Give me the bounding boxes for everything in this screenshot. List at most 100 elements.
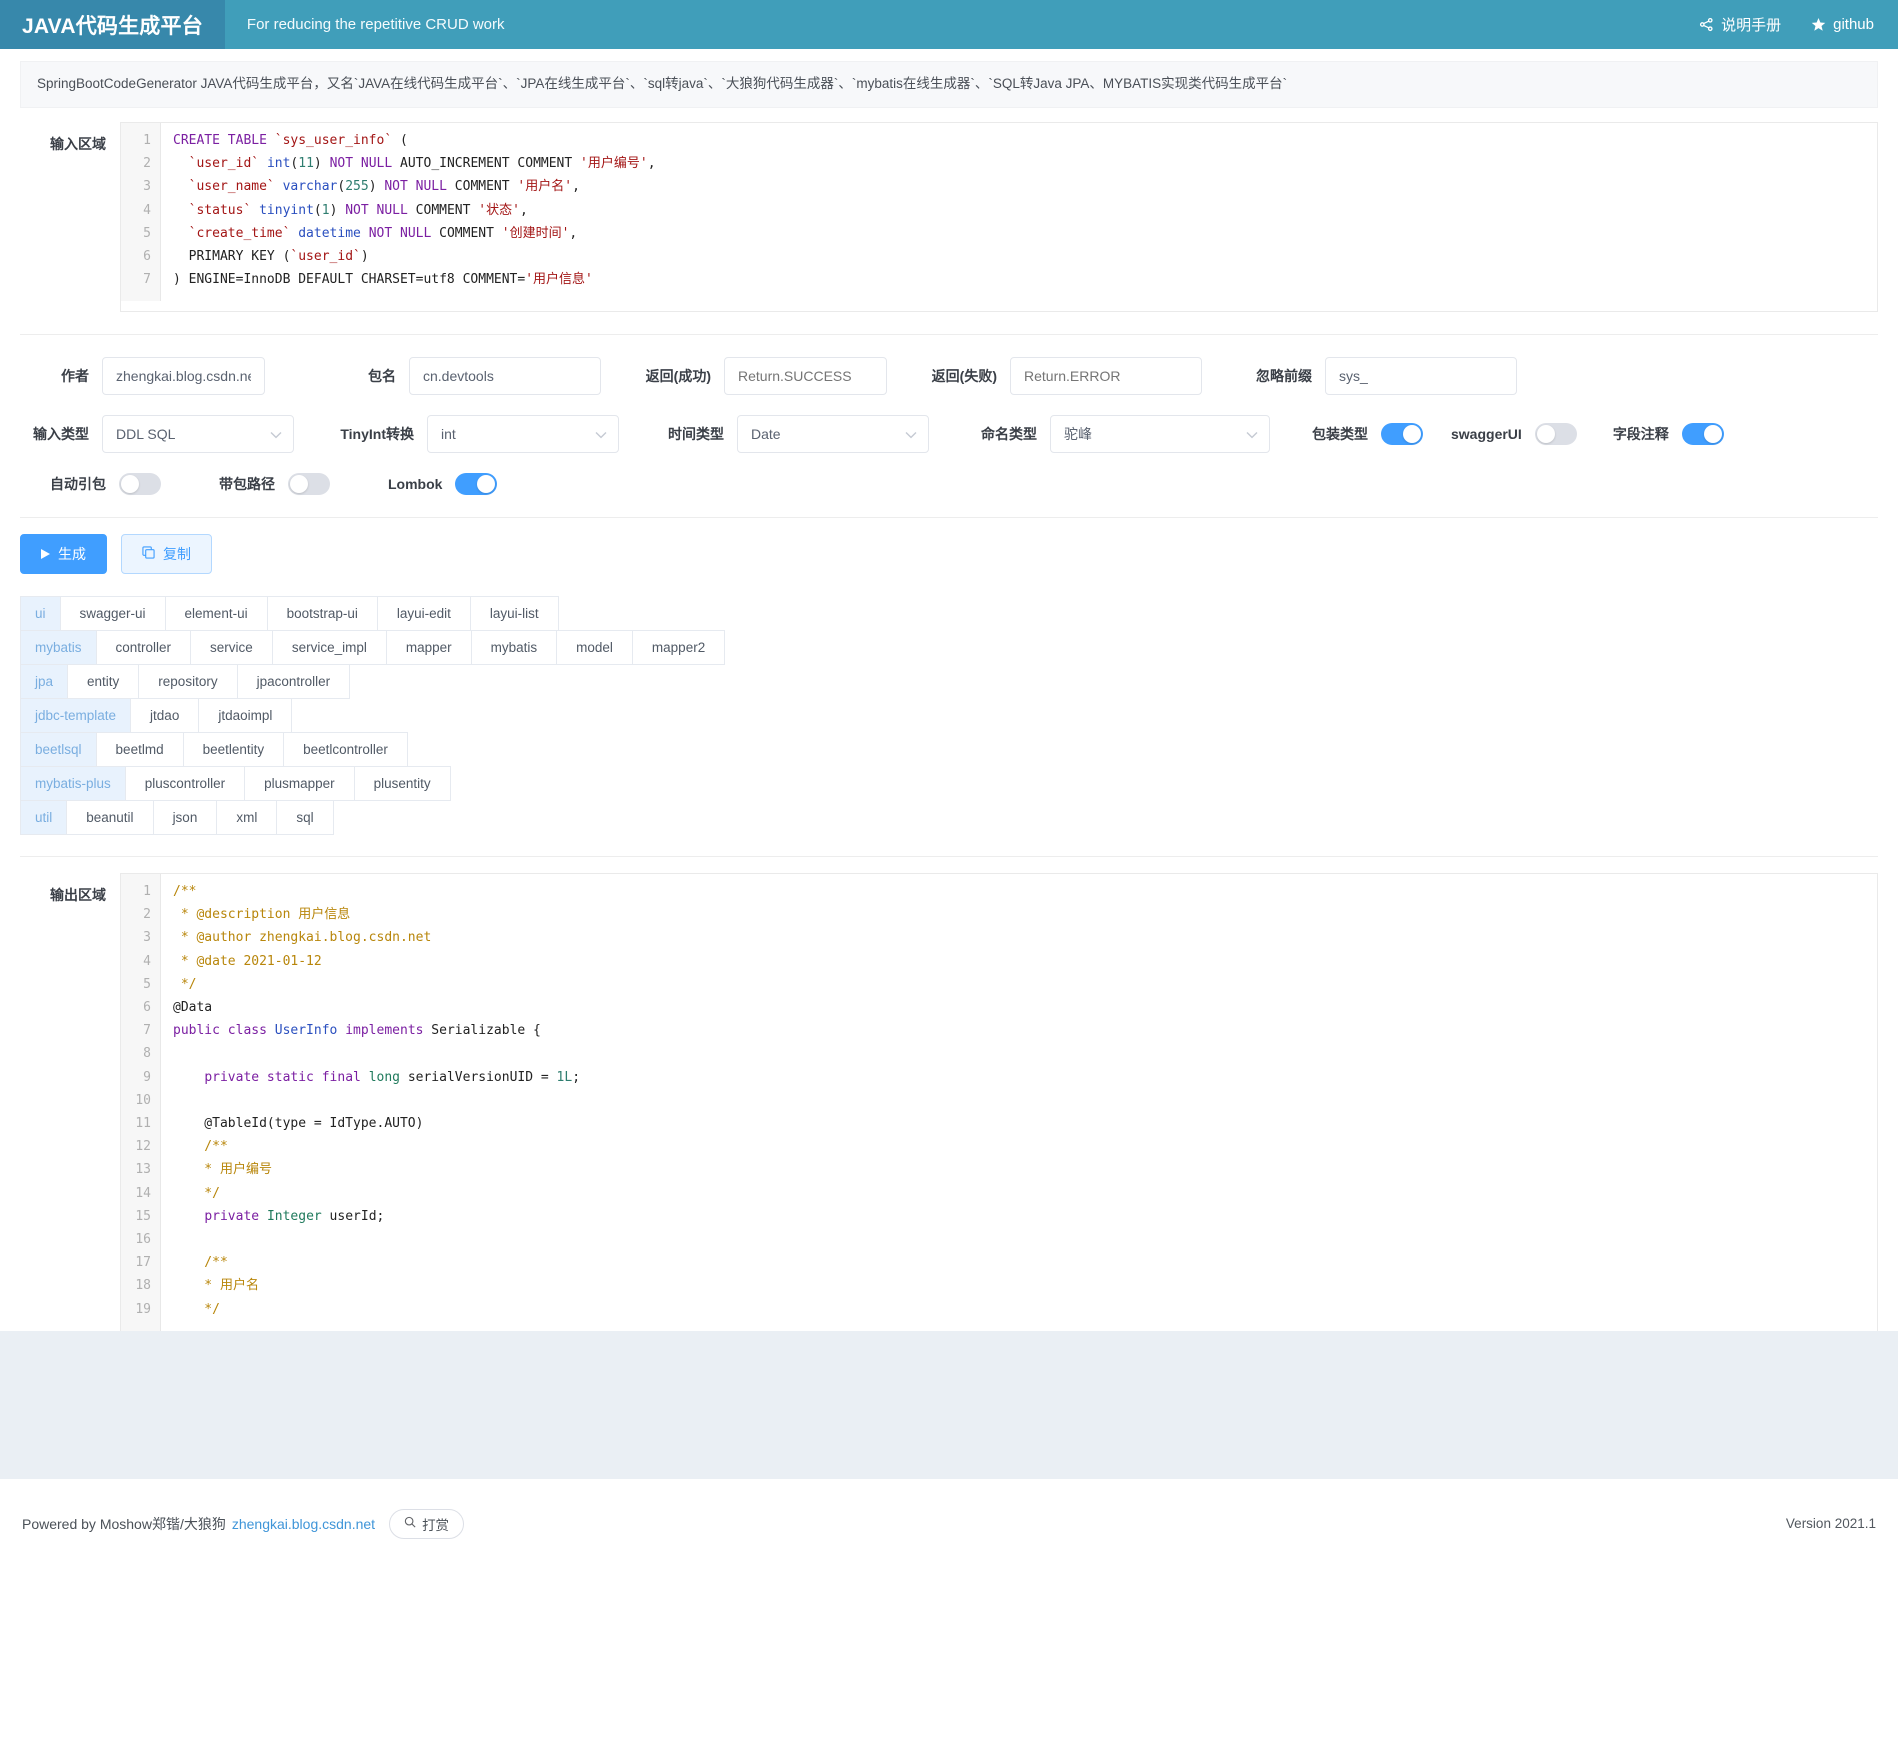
tab-item-layui-list[interactable]: layui-list — [471, 596, 559, 631]
header-tagline: For reducing the repetitive CRUD work — [225, 0, 505, 49]
toggle-auto-import-label: 自动引包 — [50, 474, 119, 494]
field-tinyint-convert: TinyInt转换 — [323, 415, 619, 453]
tab-item-beetlmd[interactable]: beetlmd — [97, 732, 184, 767]
manual-link[interactable]: 说明手册 — [1699, 14, 1781, 35]
field-package: 包名 — [327, 357, 601, 395]
footer-version: Version 2021.1 — [1786, 1516, 1876, 1531]
sql-input-editor[interactable]: 1234567 CREATE TABLE `sys_user_info` ( `… — [120, 122, 1878, 312]
toggle-field-comment-label: 字段注释 — [1613, 424, 1682, 444]
tab-row-beetlsql: beetlsqlbeetlmdbeetlentitybeetlcontrolle… — [20, 732, 1878, 767]
brand-title: JAVA代码生成平台 — [0, 0, 225, 49]
field-time-type: 时间类型 — [655, 415, 929, 453]
input-code-content[interactable]: CREATE TABLE `sys_user_info` ( `user_id`… — [161, 123, 1877, 301]
field-author: 作者 — [20, 357, 265, 395]
tab-group-head-ui[interactable]: ui — [20, 596, 61, 631]
tab-item-repository[interactable]: repository — [139, 664, 237, 699]
tab-group-head-jdbc-template[interactable]: jdbc-template — [20, 698, 131, 733]
tab-group-head-util[interactable]: util — [20, 800, 67, 835]
tab-item-sql[interactable]: sql — [277, 800, 333, 835]
notice-banner: SpringBootCodeGenerator JAVA代码生成平台，又名`JA… — [20, 61, 1878, 108]
tab-item-xml[interactable]: xml — [217, 800, 277, 835]
tab-item-plusentity[interactable]: plusentity — [355, 766, 451, 801]
toggle-field-comment: 字段注释 — [1613, 423, 1724, 445]
generate-button[interactable]: 生成 — [20, 534, 107, 574]
output-line-numbers: 12345678910111213141516171819 — [121, 874, 161, 1331]
tinyint-convert-label: TinyInt转换 — [323, 424, 427, 444]
toggle-package-type-switch[interactable] — [1381, 423, 1423, 445]
github-link[interactable]: github — [1811, 16, 1874, 33]
toggle-auto-import: 自动引包 — [50, 473, 161, 495]
tab-item-mapper[interactable]: mapper — [387, 630, 472, 665]
toggle-field-comment-switch[interactable] — [1682, 423, 1724, 445]
author-input[interactable] — [102, 357, 265, 395]
footer-powered-by: Powered by Moshow郑锴/大狼狗 — [22, 1514, 226, 1534]
toggle-lombok: Lombok — [388, 473, 497, 495]
form-row-3: 自动引包 带包路径 Lombok — [20, 473, 1878, 495]
java-output-editor[interactable]: 12345678910111213141516171819 /** * @des… — [120, 873, 1878, 1331]
tab-row-jpa: jpaentityrepositoryjpacontroller — [20, 664, 1878, 699]
input-type-select[interactable] — [102, 415, 294, 453]
tab-item-mapper2[interactable]: mapper2 — [633, 630, 725, 665]
ignore-prefix-label: 忽略前缀 — [1233, 366, 1325, 386]
naming-type-label: 命名类型 — [968, 424, 1050, 444]
tab-item-json[interactable]: json — [154, 800, 218, 835]
tab-item-beetlcontroller[interactable]: beetlcontroller — [284, 732, 408, 767]
input-type-label: 输入类型 — [20, 424, 102, 444]
tab-item-mybatis[interactable]: mybatis — [472, 630, 558, 665]
package-label: 包名 — [327, 366, 409, 386]
tab-item-pluscontroller[interactable]: pluscontroller — [126, 766, 245, 801]
tab-group-head-mybatis-plus[interactable]: mybatis-plus — [20, 766, 126, 801]
tab-item-element-ui[interactable]: element-ui — [166, 596, 268, 631]
tab-item-service_impl[interactable]: service_impl — [273, 630, 387, 665]
copy-button-label: 复制 — [163, 544, 191, 564]
tab-item-service[interactable]: service — [191, 630, 273, 665]
form-row-1: 作者 包名 返回(成功) 返回(失败) 忽略前缀 — [20, 357, 1878, 395]
tab-group-head-mybatis[interactable]: mybatis — [20, 630, 97, 665]
tab-item-layui-edit[interactable]: layui-edit — [378, 596, 471, 631]
share-icon — [1699, 17, 1714, 32]
tab-item-swagger-ui[interactable]: swagger-ui — [61, 596, 166, 631]
tab-row-jdbc-template: jdbc-templatejtdaojtdaoimpl — [20, 698, 1878, 733]
tab-item-jtdao[interactable]: jtdao — [131, 698, 199, 733]
output-section: 输出区域 12345678910111213141516171819 /** *… — [0, 873, 1898, 1331]
toggle-swaggerui-switch[interactable] — [1535, 423, 1577, 445]
tab-item-entity[interactable]: entity — [68, 664, 139, 699]
footer-blog-link[interactable]: zhengkai.blog.csdn.net — [232, 1516, 375, 1532]
package-input[interactable] — [409, 357, 601, 395]
ignore-prefix-input[interactable] — [1325, 357, 1517, 395]
tab-item-controller[interactable]: controller — [97, 630, 192, 665]
donate-button-label: 打赏 — [422, 1514, 449, 1534]
star-icon — [1811, 17, 1826, 32]
toggle-lombok-label: Lombok — [388, 476, 455, 492]
section-divider-3 — [20, 856, 1878, 857]
tab-row-mybatis: mybatiscontrollerserviceservice_implmapp… — [20, 630, 1878, 665]
tab-item-bootstrap-ui[interactable]: bootstrap-ui — [268, 596, 378, 631]
time-type-label: 时间类型 — [655, 424, 737, 444]
toggle-auto-import-switch[interactable] — [119, 473, 161, 495]
tab-item-plusmapper[interactable]: plusmapper — [245, 766, 355, 801]
return-success-input[interactable] — [724, 357, 887, 395]
tinyint-convert-select[interactable] — [427, 415, 619, 453]
copy-button[interactable]: 复制 — [121, 534, 212, 574]
donate-button[interactable]: 打赏 — [389, 1509, 464, 1539]
toggle-lombok-switch[interactable] — [455, 473, 497, 495]
time-type-select[interactable] — [737, 415, 929, 453]
copy-icon — [142, 546, 155, 562]
tab-item-beanutil[interactable]: beanutil — [67, 800, 153, 835]
tab-item-jtdaoimpl[interactable]: jtdaoimpl — [199, 698, 292, 733]
return-error-input[interactable] — [1010, 357, 1202, 395]
output-code-content[interactable]: /** * @description 用户信息 * @author zhengk… — [161, 874, 1877, 1331]
tab-item-model[interactable]: model — [557, 630, 633, 665]
header-links: 说明手册 github — [1699, 0, 1898, 49]
tab-group-head-jpa[interactable]: jpa — [20, 664, 68, 699]
tab-item-beetlentity[interactable]: beetlentity — [184, 732, 285, 767]
search-icon — [404, 1516, 416, 1531]
toggle-swaggerui-label: swaggerUI — [1451, 426, 1535, 442]
play-icon — [41, 546, 50, 562]
toggle-with-package-path-switch[interactable] — [288, 473, 330, 495]
top-header-bar: JAVA代码生成平台 For reducing the repetitive C… — [0, 0, 1898, 49]
template-tab-groups: uiswagger-uielement-uibootstrap-uilayui-… — [0, 574, 1898, 835]
tab-item-jpacontroller[interactable]: jpacontroller — [238, 664, 351, 699]
tab-group-head-beetlsql[interactable]: beetlsql — [20, 732, 97, 767]
naming-type-select[interactable] — [1050, 415, 1270, 453]
